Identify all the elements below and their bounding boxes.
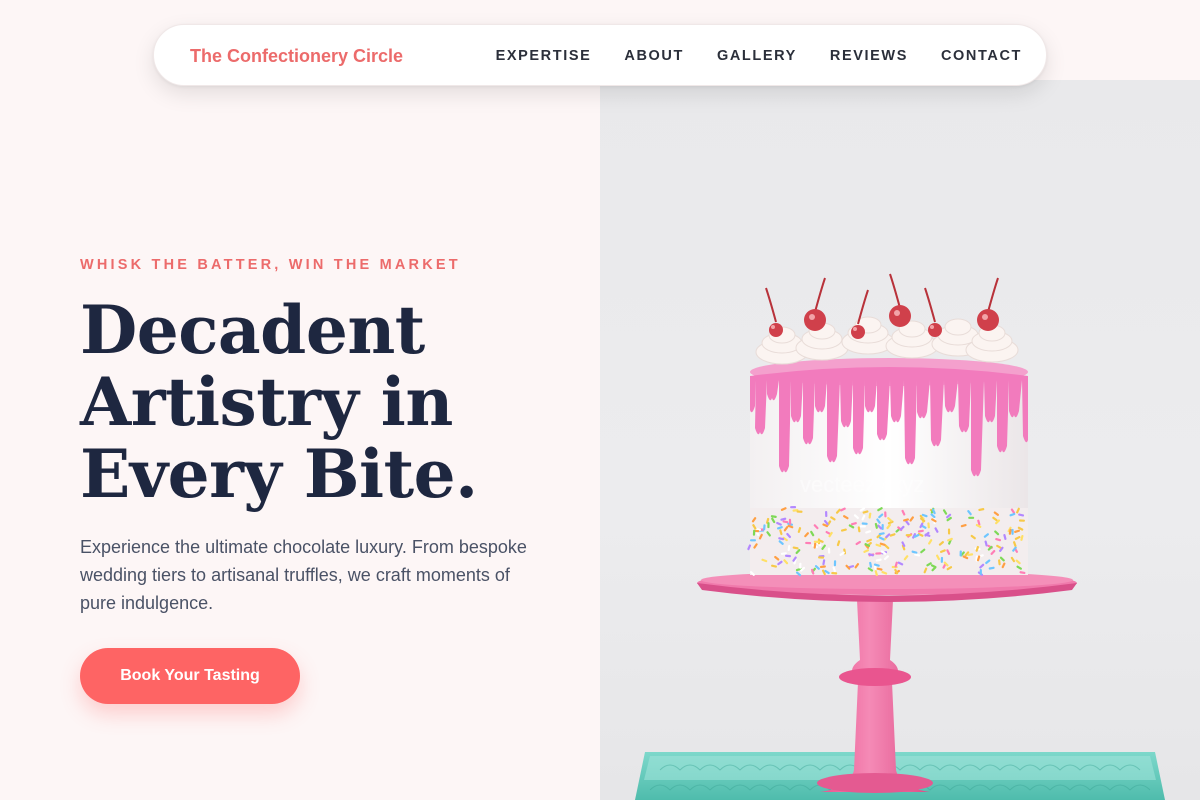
hero-headline: Decadent Artistry in Every Bite.: [80, 294, 560, 510]
headline-line: Every Bite.: [80, 435, 478, 513]
nav-link-expertise[interactable]: EXPERTISE: [496, 48, 592, 64]
headline-line: Decadent: [80, 291, 425, 369]
nav-link-gallery[interactable]: GALLERY: [717, 48, 797, 64]
book-tasting-button[interactable]: Book Your Tasting: [80, 648, 300, 704]
cake-illustration: vecteezy.xyz: [635, 273, 1165, 800]
nav-link-contact[interactable]: CONTACT: [941, 48, 1022, 64]
headline-line: Artistry in: [80, 363, 453, 441]
cake-body: vecteezy.xyz: [747, 358, 1028, 577]
watermark-text: vecteezy.xyz: [800, 472, 924, 497]
nav-link-reviews[interactable]: REVIEWS: [830, 48, 908, 64]
hero-image: vecteezy.xyz: [600, 80, 1200, 800]
navbar: The Confectionery Circle EXPERTISE ABOUT…: [153, 24, 1047, 86]
nav-links: EXPERTISE ABOUT GALLERY REVIEWS CONTACT: [463, 25, 1022, 87]
hero-description: Experience the ultimate chocolate luxury…: [80, 537, 527, 613]
cake-toppers: [755, 273, 1019, 365]
nav-link-about[interactable]: ABOUT: [624, 48, 684, 64]
brand-logo-link[interactable]: The Confectionery Circle: [190, 25, 403, 87]
hero-eyebrow: WHISK THE BATTER, WIN THE MARKET: [80, 257, 461, 273]
